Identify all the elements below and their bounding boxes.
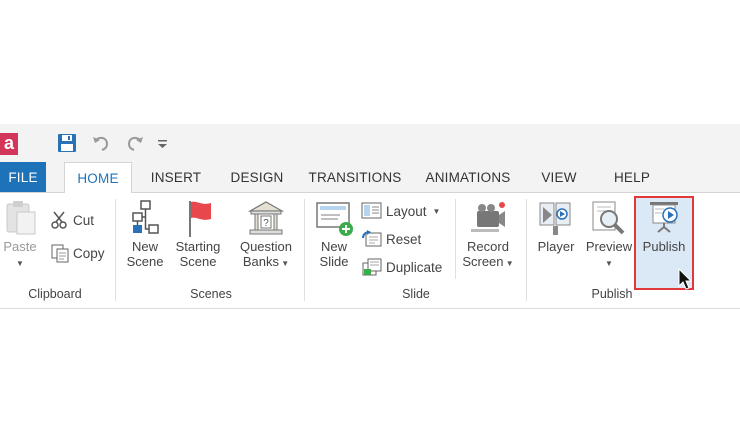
- player-icon: [539, 202, 571, 235]
- mouse-cursor-icon: [678, 268, 693, 290]
- svg-text:?: ?: [263, 218, 269, 229]
- new-slide-button[interactable]: New Slide: [311, 199, 357, 269]
- tab-file[interactable]: FILE: [0, 162, 46, 192]
- preview-dropdown-caret: ▼: [605, 259, 613, 268]
- new-scene-label-2: Scene: [126, 254, 164, 269]
- player-label: Player: [537, 239, 575, 254]
- layout-label: Layout: [386, 203, 427, 219]
- preview-label: Preview: [585, 239, 633, 254]
- cut-button[interactable]: Cut: [50, 209, 94, 231]
- record-screen-label-1: Record: [467, 239, 509, 254]
- group-separator: [526, 199, 527, 301]
- starting-scene-button[interactable]: Starting Scene: [172, 199, 224, 269]
- starting-scene-label-1: Starting: [175, 239, 221, 254]
- publish-presentation-icon: [650, 202, 678, 233]
- reset-label: Reset: [386, 231, 422, 247]
- question-bank-icon: ?: [247, 201, 285, 235]
- question-banks-label-2: Banks: [242, 254, 279, 269]
- tab-animations[interactable]: ANIMATIONS: [418, 162, 518, 192]
- group-label-publish: Publish: [591, 287, 633, 301]
- preview-magnifier-icon: [592, 201, 625, 235]
- layout-icon: [361, 202, 382, 219]
- copy-label: Copy: [73, 245, 105, 261]
- record-screen-button[interactable]: Record Screen ▼: [460, 199, 516, 271]
- duplicate-button[interactable]: Duplicate: [361, 256, 442, 278]
- undo-icon[interactable]: [90, 132, 114, 156]
- paste-label: Paste: [3, 239, 37, 254]
- copy-button[interactable]: Copy: [50, 242, 105, 264]
- group-separator: [455, 199, 456, 279]
- reset-button[interactable]: Reset: [361, 228, 421, 250]
- customize-qat-icon[interactable]: [156, 132, 180, 156]
- question-banks-label-1: Question: [239, 239, 293, 254]
- player-button[interactable]: Player: [533, 199, 579, 254]
- group-label-slide: Slide: [402, 287, 430, 301]
- save-icon[interactable]: [56, 132, 80, 156]
- ribbon: Paste ▼ Cut Copy Clipboard New Scene Sta…: [0, 193, 740, 309]
- app-logo: a: [0, 133, 18, 155]
- starting-scene-label-2: Scene: [179, 254, 217, 269]
- copy-icon: [51, 244, 69, 263]
- publish-button[interactable]: Publish: [636, 199, 692, 254]
- preview-button[interactable]: Preview ▼: [583, 199, 635, 271]
- new-slide-label-2: Slide: [319, 254, 349, 269]
- duplicate-label: Duplicate: [386, 259, 443, 275]
- record-screen-label-2: Screen: [462, 254, 504, 269]
- camera-icon: [471, 202, 505, 232]
- new-scene-label-1: New: [131, 239, 158, 254]
- publish-label: Publish: [642, 239, 686, 254]
- quick-access-toolbar: a: [0, 124, 740, 162]
- layout-dropdown-caret: ▼: [432, 206, 441, 216]
- question-banks-button[interactable]: ? Question Banks ▼: [234, 199, 298, 271]
- paste-button[interactable]: Paste ▼: [0, 199, 40, 271]
- cut-label: Cut: [73, 212, 95, 228]
- scene-tree-icon: [132, 200, 159, 234]
- group-label-clipboard: Clipboard: [28, 287, 82, 301]
- new-scene-button[interactable]: New Scene: [122, 199, 168, 269]
- new-slide-label-1: New: [320, 239, 347, 254]
- group-label-scenes: Scenes: [190, 287, 232, 301]
- question-banks-dropdown-caret: ▼: [279, 259, 290, 268]
- paste-icon: [6, 201, 36, 235]
- tab-transitions[interactable]: TRANSITIONS: [303, 162, 407, 192]
- tab-design[interactable]: DESIGN: [222, 162, 292, 192]
- ribbon-tabs: FILE HOME INSERT DESIGN TRANSITIONS ANIM…: [0, 162, 740, 194]
- new-slide-icon: [316, 202, 353, 236]
- redo-icon[interactable]: [124, 132, 148, 156]
- tab-insert[interactable]: INSERT: [143, 162, 209, 192]
- group-separator: [304, 199, 305, 301]
- paste-dropdown-caret: ▼: [16, 259, 24, 268]
- scissors-icon: [51, 211, 67, 229]
- tab-home[interactable]: HOME: [64, 162, 132, 194]
- flag-icon: [189, 201, 211, 237]
- group-separator: [115, 199, 116, 301]
- tab-help[interactable]: HELP: [606, 162, 658, 192]
- record-screen-dropdown-caret: ▼: [503, 259, 514, 268]
- duplicate-icon: [362, 258, 382, 276]
- reset-icon: [362, 230, 382, 247]
- layout-button[interactable]: Layout ▼: [361, 200, 440, 222]
- tab-view[interactable]: VIEW: [532, 162, 586, 192]
- application-window: a FILE HOME INSERT DESIGN TRANSITIONS AN…: [0, 124, 740, 309]
